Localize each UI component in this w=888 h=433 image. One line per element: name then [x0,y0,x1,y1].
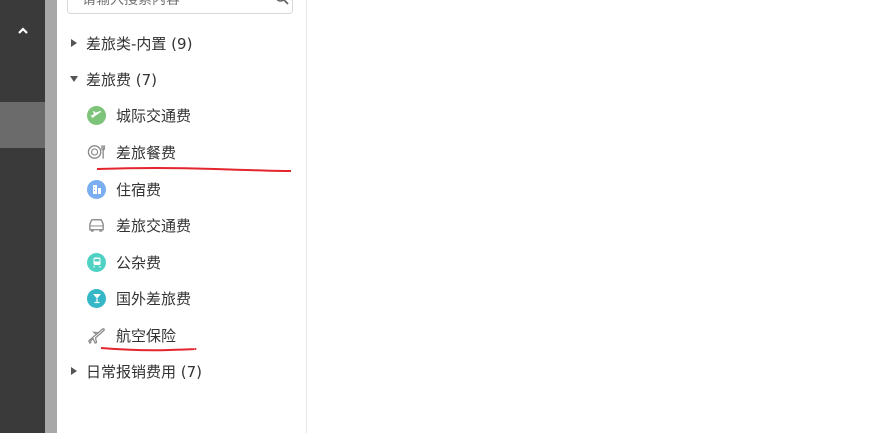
chevron-up-icon [17,27,28,34]
tree-item-accommodation[interactable]: 住宿费 [57,174,336,204]
category-tree-panel: 差旅类-内置 (9) 差旅费 (7) 城际交通费 差旅餐费 [57,0,307,433]
tree-group-label: 差旅费 (7) [86,70,158,89]
car-icon [87,216,106,235]
tree-item-label: 住宿费 [116,180,162,199]
caret-down-icon[interactable] [66,75,82,83]
tree-group-business-travel-builtin[interactable]: 差旅类-内置 (9) [57,28,306,58]
building-icon [87,179,106,199]
caret-right-icon[interactable] [66,366,82,376]
left-rail [0,0,45,433]
plane-circle-icon [87,105,106,125]
search-input[interactable] [80,0,264,9]
tree-item-travel-transport[interactable]: 差旅交通费 [57,210,336,240]
tree-item-intercity-transport[interactable]: 城际交通费 [57,100,336,130]
collapse-button[interactable] [0,0,45,102]
tree-item-label: 城际交通费 [116,106,192,125]
tree-item-label: 航空保险 [116,326,177,345]
tree-item-label: 差旅餐费 [116,143,177,162]
search-icon[interactable] [274,0,290,6]
red-underline-annotation [100,347,197,352]
rail-active-item[interactable] [0,102,45,148]
tree-item-overseas-travel[interactable]: 国外差旅费 [57,283,336,313]
tree-group-label: 日常报销费用 (7) [86,362,203,381]
tree-item-travel-meals[interactable]: 差旅餐费 [57,137,336,167]
search-box[interactable] [67,0,293,14]
caret-right-icon[interactable] [66,38,82,48]
tree-group-label: 差旅类-内置 (9) [86,34,193,53]
airplane-icon [87,326,106,345]
tree-group-travel-expense[interactable]: 差旅费 (7) [57,64,306,94]
tree-item-label: 差旅交通费 [116,216,192,235]
rail-edge [45,0,57,433]
tree-item-label: 公杂费 [116,253,162,272]
tree-group-daily-reimbursement[interactable]: 日常报销费用 (7) [57,356,306,386]
tree-item-label: 国外差旅费 [116,289,192,308]
dining-icon [87,143,106,162]
cocktail-icon [87,288,106,308]
tree-item-miscellaneous[interactable]: 公杂费 [57,247,336,277]
train-icon [87,252,106,272]
red-underline-annotation [96,167,292,172]
